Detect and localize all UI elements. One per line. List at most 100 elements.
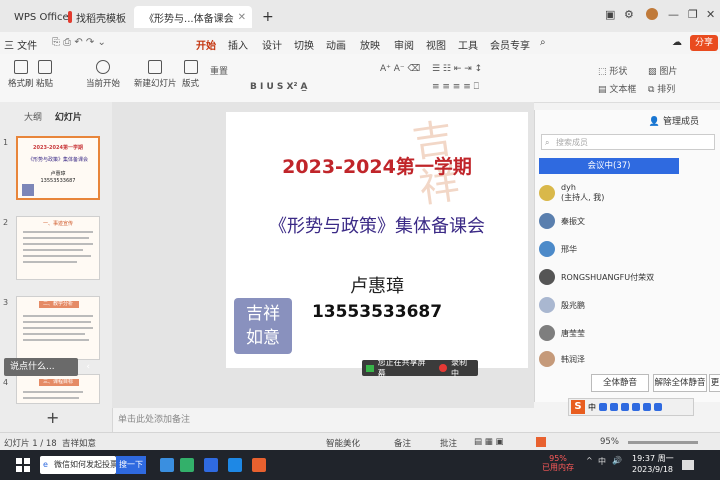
arrange-button[interactable]: ⧉ 排列 <box>648 82 675 95</box>
smart-beautify-button[interactable]: 智能美化 <box>326 437 360 449</box>
comments-button[interactable]: 批注 <box>440 437 457 449</box>
settings-icon[interactable]: ⚙ <box>624 8 634 21</box>
memory-indicator[interactable]: 95% 已用内存 <box>542 454 574 472</box>
taskbar-search-button[interactable]: 搜一下 <box>116 456 146 474</box>
align-buttons[interactable]: ≡ ≡ ≡ ≡ ⎕ <box>432 82 479 92</box>
slide-subtitle[interactable]: 《形势与政策》集体备课会 <box>226 212 528 238</box>
close-tab-icon[interactable]: ✕ <box>238 12 246 23</box>
menu-member[interactable]: 会员专享 <box>490 37 530 52</box>
member-row[interactable]: 邢华 <box>539 238 577 260</box>
menu-transition[interactable]: 切换 <box>294 37 314 52</box>
theme-name[interactable]: 吉祥如意 <box>62 437 96 449</box>
chat-input-popup[interactable]: 说点什么... ‹ <box>4 358 90 376</box>
play-slideshow-button[interactable] <box>536 437 546 447</box>
member-name: 秦振文 <box>561 216 585 226</box>
ime-toolbar[interactable]: S 中 <box>568 398 694 416</box>
member-row[interactable]: 秦振文 <box>539 210 585 232</box>
menu-tools[interactable]: 工具 <box>458 37 478 52</box>
font-size-buttons[interactable]: A⁺ A⁻ ⌫ <box>380 64 420 74</box>
member-search-input[interactable]: ⌕ 搜索成员 <box>541 134 715 150</box>
system-clock[interactable]: 19:37 周一 2023/9/18 <box>632 453 674 475</box>
play-from-current-button[interactable]: 当前开始 <box>86 60 120 89</box>
quick-access-icons[interactable]: ⎘ ⎙ ↶ ↷ ⌄ <box>52 37 106 48</box>
search-icon[interactable]: ⌕ <box>540 37 546 48</box>
tab-document[interactable]: 《形势与...体备课会 ✕ <box>134 6 252 28</box>
app-icon[interactable] <box>180 458 194 472</box>
slide-thumbnail-4[interactable]: 三、课程目标 <box>16 374 100 404</box>
member-row[interactable]: 殷兆鹏 <box>539 294 585 316</box>
member-row[interactable]: 唐莹莹 <box>539 322 585 344</box>
tray-chevron-icon[interactable]: ^ <box>586 456 593 465</box>
skin-icon[interactable] <box>643 403 651 411</box>
mute-all-button[interactable]: 全体静音 <box>591 374 649 392</box>
paragraph-buttons[interactable]: ☰ ☷ ⇤ ⇥ ↕ <box>432 64 482 74</box>
volume-icon[interactable]: 🔊 <box>612 456 622 465</box>
menu-insert[interactable]: 插入 <box>228 37 248 52</box>
slide-position: 幻灯片 1 / 18 <box>4 439 57 449</box>
app-icon[interactable] <box>228 458 242 472</box>
notification-icon[interactable] <box>682 460 694 470</box>
more-button[interactable]: 更 <box>709 374 720 392</box>
member-row[interactable]: 韩润泽 <box>539 348 585 370</box>
emoji-icon[interactable] <box>610 403 618 411</box>
menu-view[interactable]: 视图 <box>426 37 446 52</box>
menu-design[interactable]: 设计 <box>262 37 282 52</box>
keyboard-icon[interactable] <box>632 403 640 411</box>
chevron-left-icon[interactable]: ‹ <box>86 358 90 376</box>
notes-placeholder[interactable]: 单击此处添加备注 <box>118 412 190 425</box>
taskbar-search-input[interactable]: e 微信如何发起投票 <box>40 456 116 474</box>
ime-language[interactable]: 中 <box>588 402 596 413</box>
manage-members-button[interactable]: 👤 管理成员 <box>649 114 699 127</box>
layout-button[interactable]: 版式 <box>182 60 199 89</box>
slide-thumbnail-1[interactable]: 2023-2024第一学期 《形势与政策》集体备课会 卢惠璋 135535336… <box>16 136 100 200</box>
mic-icon[interactable] <box>621 403 629 411</box>
cloud-icon[interactable]: ☁ <box>672 37 682 48</box>
avatar <box>539 325 555 341</box>
unmute-all-button[interactable]: 解除全体静音 <box>653 374 707 392</box>
format-painter-button[interactable]: 格式刷 <box>8 60 34 89</box>
tab-template[interactable]: 找稻壳模板 <box>62 6 132 28</box>
font-style-buttons[interactable]: B I U S X² A̲ <box>250 82 308 92</box>
toolbox-icon[interactable] <box>654 403 662 411</box>
picture-button[interactable]: ▨ 图片 <box>648 64 677 77</box>
slide-thumbnail-3[interactable]: 二、教学分析 <box>16 296 100 360</box>
tab-in-meeting[interactable]: 会议中(37) <box>539 158 679 174</box>
punctuation-icon[interactable] <box>599 403 607 411</box>
minimize-button[interactable]: — <box>668 8 679 21</box>
new-slide-button[interactable]: 新建幻灯片 <box>134 60 177 89</box>
paste-button[interactable]: 粘贴 <box>36 60 53 89</box>
tray-language[interactable]: 中 <box>598 456 606 467</box>
member-row[interactable]: dyh (主持人, 我) <box>539 182 604 204</box>
tab-wps-office[interactable]: WPS Office <box>4 6 69 28</box>
menu-file[interactable]: 三 文件 <box>4 37 37 52</box>
view-mode-buttons[interactable]: ▤ ▦ ▣ <box>474 437 504 447</box>
app-icon[interactable] <box>204 458 218 472</box>
layout-icon[interactable]: ▣ <box>605 8 615 21</box>
zoom-slider[interactable] <box>628 441 698 444</box>
slide[interactable]: 吉祥 2023-2024第一学期 《形势与政策》集体备课会 卢惠璋 135535… <box>226 112 528 368</box>
tab-outline[interactable]: 大纲 <box>24 113 42 123</box>
tab-slides[interactable]: 幻灯片 <box>55 113 82 123</box>
slide-title[interactable]: 2023-2024第一学期 <box>226 152 528 179</box>
add-slide-button[interactable]: + <box>46 408 59 427</box>
docer-icon <box>68 11 72 23</box>
slide-thumbnail-2[interactable]: 一、事迹宣传 <box>16 216 100 280</box>
avatar[interactable] <box>646 8 658 20</box>
notes-button[interactable]: 备注 <box>394 437 411 449</box>
share-button[interactable]: 分享 <box>690 35 718 51</box>
screen-share-bar[interactable]: 您正在共享屏幕 录制中 <box>362 358 478 378</box>
new-tab-button[interactable]: + <box>256 6 276 28</box>
textbox-button[interactable]: ▤ 文本框 <box>598 82 636 95</box>
presenter-name[interactable]: 卢惠璋 <box>226 272 528 298</box>
menu-animation[interactable]: 动画 <box>326 37 346 52</box>
wps-taskbar-icon[interactable] <box>252 458 266 472</box>
menu-slideshow[interactable]: 放映 <box>360 37 380 52</box>
reset-button[interactable]: 重置 <box>210 64 228 77</box>
shape-button[interactable]: ⬚ 形状 <box>598 64 627 77</box>
windows-start-icon[interactable] <box>16 458 30 472</box>
close-button[interactable]: ✕ <box>706 8 715 21</box>
app-icon[interactable] <box>160 458 174 472</box>
restore-button[interactable]: ❐ <box>688 8 698 21</box>
member-row[interactable]: RONGSHUANGFU付荣双 <box>539 266 654 288</box>
menu-review[interactable]: 审阅 <box>394 37 414 52</box>
